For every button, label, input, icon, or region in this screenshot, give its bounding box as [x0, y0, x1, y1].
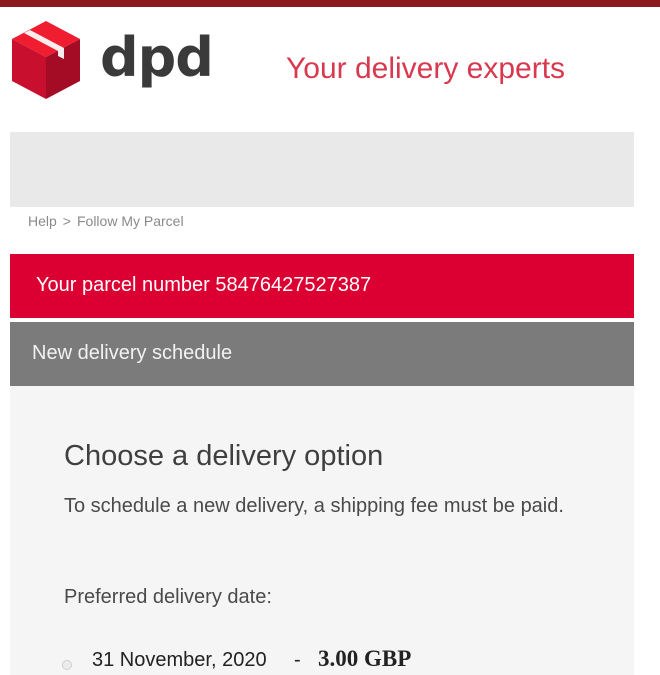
top-strip	[0, 0, 660, 7]
radio-button-icon[interactable]	[62, 660, 72, 670]
breadcrumb-item-help[interactable]: Help	[28, 213, 57, 229]
breadcrumb-separator: >	[62, 213, 71, 229]
section-header-title: New delivery schedule	[32, 342, 233, 364]
delivery-option-separator: -	[294, 649, 301, 671]
dpd-cube-logo-icon[interactable]	[10, 19, 82, 101]
delivery-options-panel: Choose a delivery option To schedule a n…	[10, 386, 634, 675]
delivery-option[interactable]: 31 November, 2020 - 3.00 GBP	[62, 644, 522, 674]
section-header: New delivery schedule	[10, 322, 634, 386]
parcel-number-bar: Your parcel number 58476427527387	[10, 254, 634, 318]
tagline: Your delivery experts	[286, 52, 566, 85]
header: dpd Your delivery experts	[0, 7, 660, 125]
logo-wordmark[interactable]: dpd	[100, 31, 214, 85]
breadcrumb-item-follow-my-parcel[interactable]: Follow My Parcel	[77, 213, 184, 229]
content-description: To schedule a new delivery, a shipping f…	[64, 495, 564, 517]
preferred-date-label: Preferred delivery date:	[64, 586, 272, 608]
nav-bar	[10, 132, 634, 207]
parcel-number-label: Your parcel number	[36, 274, 210, 296]
delivery-option-price: 3.00 GBP	[318, 646, 412, 671]
parcel-number-text: Your parcel number 58476427527387	[36, 274, 371, 297]
delivery-option-date: 31 November, 2020	[92, 649, 267, 671]
page: dpd Your delivery experts Help > Follow My…	[0, 0, 660, 675]
content-title: Choose a delivery option	[64, 440, 384, 472]
parcel-number-value: 58476427527387	[215, 274, 372, 296]
breadcrumb: Help > Follow My Parcel	[28, 213, 184, 229]
